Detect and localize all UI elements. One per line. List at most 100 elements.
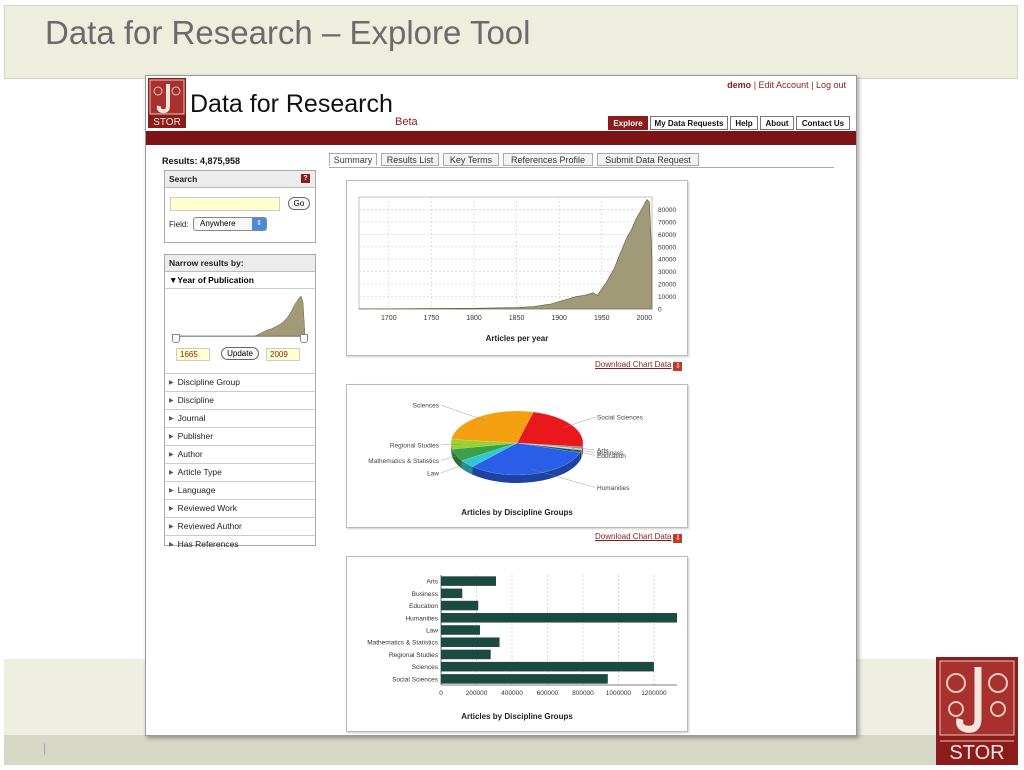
update-button[interactable]: Update bbox=[221, 347, 259, 360]
user-name-link[interactable]: demo bbox=[727, 80, 751, 90]
search-input[interactable] bbox=[170, 197, 280, 211]
x-tick-label: 200000 bbox=[466, 690, 488, 697]
edit-account-link[interactable]: Edit Account bbox=[759, 80, 809, 90]
nav-about[interactable]: About bbox=[760, 116, 794, 130]
facet-language[interactable]: ▶ Language bbox=[165, 481, 315, 499]
header-bar bbox=[146, 131, 856, 145]
narrow-panel: Narrow results by: ▼Year of Publication … bbox=[164, 254, 316, 549]
chevron-right-icon: ▶ bbox=[169, 506, 174, 512]
y-tick-label: 20000 bbox=[658, 282, 676, 289]
facet-label: Discipline bbox=[177, 395, 214, 405]
facet-discipline[interactable]: ▶ Discipline bbox=[165, 391, 315, 409]
y-tick-label: 10000 bbox=[658, 294, 676, 301]
x-tick-label: 0 bbox=[439, 690, 443, 697]
slide-title: Data for Research – Explore Tool bbox=[45, 14, 531, 51]
bar bbox=[441, 661, 654, 672]
footer-mark: | bbox=[43, 741, 47, 755]
year-slider-track[interactable] bbox=[175, 336, 305, 337]
chart-title: Articles by Discipline Groups bbox=[461, 508, 573, 517]
beta-label: Beta bbox=[395, 116, 418, 128]
download-label: Download Chart Data bbox=[595, 360, 672, 369]
x-tick-label: 1000000 bbox=[606, 690, 632, 697]
pie-slice-label: Humanities bbox=[597, 485, 630, 492]
x-tick-label: 400000 bbox=[501, 690, 523, 697]
pie-slice-label: Education bbox=[597, 453, 626, 460]
chart-title: Articles by Discipline Groups bbox=[461, 712, 573, 721]
facet-label: Reviewed Author bbox=[177, 521, 242, 531]
x-tick-label: 1950 bbox=[594, 315, 610, 322]
site-title: Data for Research bbox=[190, 90, 393, 118]
bar bbox=[441, 613, 677, 623]
x-tick-label: 600000 bbox=[537, 690, 559, 697]
bar bbox=[441, 649, 491, 660]
facet-reviewed-author[interactable]: ▶ Reviewed Author bbox=[165, 517, 315, 535]
dfr-screenshot: STOR Data for Research Beta demo | Edit … bbox=[145, 75, 857, 736]
results-count: Results: 4,875,958 bbox=[162, 156, 241, 166]
facet-reviewed-work[interactable]: ▶ Reviewed Work bbox=[165, 499, 315, 517]
facet-label: Author bbox=[177, 449, 203, 459]
x-tick-label: 800000 bbox=[572, 690, 594, 697]
year-to-input[interactable]: 2009 bbox=[266, 348, 300, 361]
download-chart-data-link-1[interactable]: Download Chart Data ⇩ bbox=[595, 360, 683, 371]
y-tick-label: 70000 bbox=[658, 219, 676, 226]
help-icon[interactable]: ? bbox=[301, 174, 310, 183]
year-slider-handle-left[interactable] bbox=[172, 334, 180, 343]
logout-link[interactable]: Log out bbox=[816, 80, 846, 90]
nav-explore[interactable]: Explore bbox=[608, 116, 648, 130]
jstor-logo-text: STOR bbox=[949, 742, 1004, 764]
pie-slice-label: Social Sciences bbox=[597, 415, 644, 422]
site-logo-emblem: STOR bbox=[149, 79, 185, 128]
bar bbox=[441, 625, 481, 635]
field-select[interactable]: Anywhere ⇕ bbox=[193, 217, 267, 231]
pie-slice-label: Sciences bbox=[413, 403, 440, 410]
x-tick-label: 1200000 bbox=[641, 690, 667, 697]
tab-references-profile[interactable]: References Profile bbox=[503, 153, 593, 166]
y-tick-label: 50000 bbox=[658, 244, 676, 251]
nav-help[interactable]: Help bbox=[730, 116, 758, 130]
jstor-logo: STOR bbox=[936, 657, 1018, 765]
pie-chart-svg: Social SciencesArtsBusinessEducationHuma… bbox=[368, 403, 644, 517]
tab-results-list[interactable]: Results List bbox=[381, 153, 439, 166]
x-tick-label: 2000 bbox=[637, 315, 653, 322]
site-logo[interactable]: STOR bbox=[148, 78, 186, 128]
chevron-updown-icon: ⇕ bbox=[252, 218, 266, 230]
year-from-input[interactable]: 1665 bbox=[176, 348, 210, 361]
chevron-right-icon: ▶ bbox=[169, 488, 174, 494]
y-category-label: Business bbox=[412, 591, 439, 598]
chevron-right-icon: ▶ bbox=[169, 452, 174, 458]
download-icon: ⇩ bbox=[673, 534, 683, 543]
go-button[interactable]: Go bbox=[288, 197, 310, 210]
facet-journal[interactable]: ▶ Journal bbox=[165, 409, 315, 427]
pie-slice-label: Regional Studies bbox=[390, 442, 440, 449]
facet-article-type[interactable]: ▶ Article Type bbox=[165, 463, 315, 481]
year-section-title: Year of Publication bbox=[177, 275, 254, 285]
tab-submit-data-request[interactable]: Submit Data Request bbox=[597, 153, 699, 166]
user-links: demo | Edit Account | Log out bbox=[727, 80, 846, 90]
y-tick-label: 80000 bbox=[658, 207, 676, 214]
facet-has-references[interactable]: ▶ Has References bbox=[165, 535, 315, 553]
articles-per-year-chart: 1700 1750 1800 1850 1900 1950 2000 0 10000 20000 3… bbox=[346, 180, 688, 356]
pie-leader-line bbox=[440, 404, 486, 421]
nav-contact-us[interactable]: Contact Us bbox=[796, 116, 850, 130]
y-category-label: Law bbox=[426, 628, 438, 635]
year-slider-handle-right[interactable] bbox=[300, 334, 308, 343]
facet-publisher[interactable]: ▶ Publisher bbox=[165, 427, 315, 445]
y-category-label: Sciences bbox=[412, 664, 439, 671]
year-section-header[interactable]: ▼Year of Publication bbox=[165, 272, 315, 289]
tab-key-terms[interactable]: Key Terms bbox=[443, 153, 499, 166]
x-tick-label: 1750 bbox=[424, 315, 440, 322]
pie-slice-label: Law bbox=[427, 470, 439, 477]
year-histogram bbox=[175, 295, 305, 336]
bar bbox=[441, 637, 500, 647]
facet-label: Discipline Group bbox=[177, 377, 240, 387]
y-tick-label: 0 bbox=[658, 307, 662, 314]
facet-author[interactable]: ▶ Author bbox=[165, 445, 315, 463]
x-tick-label: 1900 bbox=[551, 315, 567, 322]
chevron-right-icon: ▶ bbox=[169, 434, 174, 440]
facet-discipline-group[interactable]: ▶ Discipline Group bbox=[165, 373, 315, 391]
tab-summary[interactable]: Summary bbox=[329, 153, 377, 166]
view-tabs: Summary Results List Key Terms Reference… bbox=[329, 153, 834, 168]
download-chart-data-link-2[interactable]: Download Chart Data ⇩ bbox=[595, 532, 683, 543]
nav-my-data-requests[interactable]: My Data Requests bbox=[650, 116, 728, 130]
download-icon: ⇩ bbox=[673, 362, 683, 371]
